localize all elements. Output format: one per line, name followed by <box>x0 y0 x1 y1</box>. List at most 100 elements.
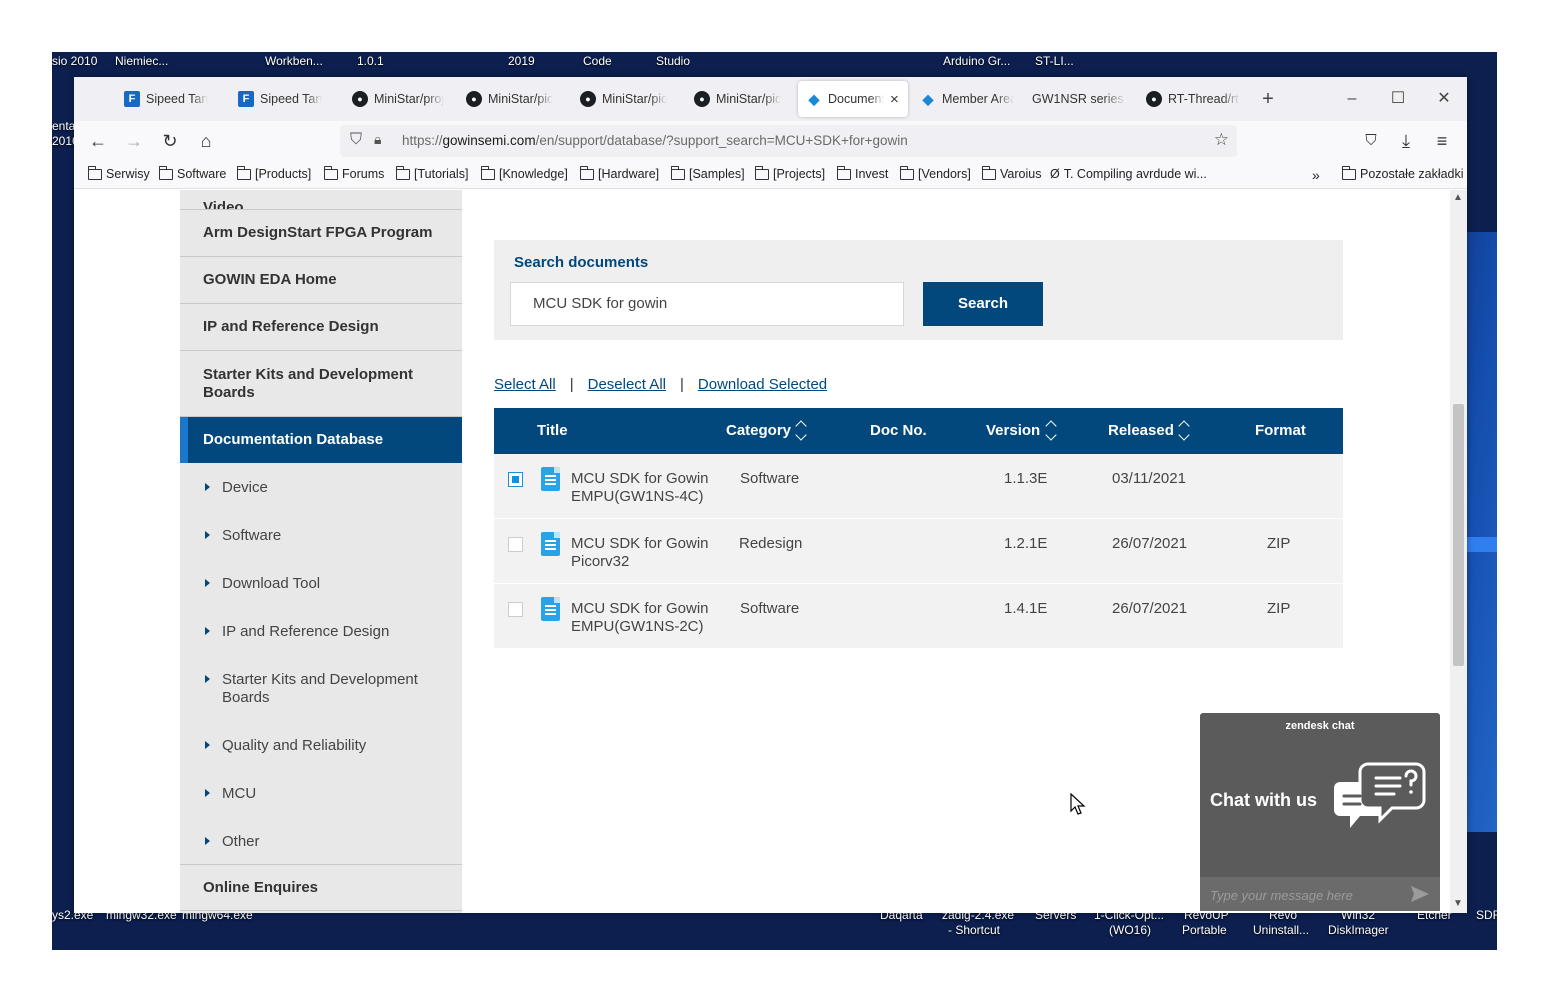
bookmark-folder[interactable]: [Products] <box>237 165 311 181</box>
other-bookmarks-folder[interactable]: Pozostałe zakładki <box>1342 165 1464 181</box>
column-header-category[interactable]: Category <box>726 422 791 439</box>
column-header-released[interactable]: Released <box>1108 422 1174 439</box>
address-bar[interactable]: ⛉ 🔒︎ https://gowinsemi.com/en/support/da… <box>340 125 1237 157</box>
sidebar-subitem-quality-reliability[interactable]: Quality and Reliability <box>180 737 462 755</box>
download-icon[interactable]: ⤓ <box>1394 129 1418 153</box>
browser-tab-active[interactable]: ◆ Document × <box>798 81 908 117</box>
sidebar-item-documentation-database[interactable]: Documentation Database <box>180 417 462 463</box>
bookmark-folder[interactable]: [Samples] <box>671 165 745 181</box>
bookmark-folder[interactable]: Serwisy <box>88 165 150 181</box>
bookmark-folder[interactable]: Forums <box>324 165 384 181</box>
menu-icon[interactable]: ≡ <box>1430 129 1454 153</box>
bookmark-folder[interactable]: Invest <box>837 165 888 181</box>
desktop-icon-label[interactable]: sio 2010 <box>52 54 97 69</box>
sidebar-subitem-mcu[interactable]: MCU <box>180 785 462 803</box>
send-icon[interactable] <box>1410 885 1430 903</box>
page-scrollbar[interactable]: ▲ ▼ <box>1450 190 1467 913</box>
document-title-link[interactable]: MCU SDK for Gowin Picorv32 <box>571 535 721 571</box>
desktop-icon-label[interactable]: Uninstall... <box>1253 923 1309 938</box>
bookmark-folder[interactable]: [Hardware] <box>580 165 659 181</box>
row-checkbox[interactable] <box>508 472 523 487</box>
chat-widget[interactable]: zendesk chat Chat with us Type your mess… <box>1200 713 1440 911</box>
more-bookmarks-icon[interactable]: » <box>1312 167 1320 183</box>
download-selected-link[interactable]: Download Selected <box>698 376 827 393</box>
forward-icon[interactable]: → <box>122 129 146 153</box>
row-checkbox[interactable] <box>508 537 523 552</box>
bookmark-folder[interactable]: [Knowledge] <box>481 165 568 181</box>
chat-input[interactable]: Type your message here <box>1200 877 1440 911</box>
browser-tab[interactable]: ◆ Member Area <box>912 81 1022 117</box>
sort-arrows-icon[interactable] <box>795 419 807 443</box>
bookmark-folder[interactable]: Varoius <box>982 165 1041 181</box>
back-icon[interactable]: ← <box>86 129 110 153</box>
bookmark-folder[interactable]: [Vendors] <box>900 165 971 181</box>
minimize-icon[interactable]: – <box>1340 87 1364 111</box>
sidebar-subitem-other[interactable]: Other <box>180 833 462 851</box>
document-title-link[interactable]: MCU SDK for Gowin EMPU(GW1NS-2C) <box>571 600 721 636</box>
sidebar-subitem-download-tool[interactable]: Download Tool <box>180 575 462 593</box>
sidebar-item-online-enquires[interactable]: Online Enquires <box>180 864 462 911</box>
bookmark-folder[interactable]: [Tutorials] <box>396 165 468 181</box>
chat-cta[interactable]: Chat with us <box>1210 790 1317 811</box>
desktop-icon-label[interactable]: ST-LI... <box>1035 54 1074 69</box>
browser-tab[interactable]: ● RT-Thread/rt- <box>1138 81 1248 117</box>
scroll-down-icon[interactable]: ▼ <box>1453 898 1463 909</box>
document-icon[interactable] <box>541 532 560 556</box>
sort-arrows-icon[interactable] <box>1045 419 1057 443</box>
home-icon[interactable]: ⌂ <box>194 129 218 153</box>
sidebar-subitem-device[interactable]: Device <box>180 479 462 497</box>
column-header-title[interactable]: Title <box>537 422 568 439</box>
close-window-icon[interactable]: ✕ <box>1432 87 1456 111</box>
deselect-all-link[interactable]: Deselect All <box>588 376 666 393</box>
desktop-icon-label[interactable]: Arduino Gr... <box>943 54 1010 69</box>
close-tab-icon[interactable]: × <box>890 91 899 108</box>
sidebar-item-ip-reference-design[interactable]: IP and Reference Design <box>180 304 462 351</box>
desktop-icon-label[interactable]: (WO16) <box>1109 923 1151 938</box>
desktop-icon-label[interactable]: Code <box>583 54 612 69</box>
browser-tab[interactable]: ● MiniStar/pic <box>458 81 568 117</box>
browser-tab[interactable]: ● MiniStar/proj <box>344 81 454 117</box>
select-all-link[interactable]: Select All <box>494 376 556 393</box>
desktop-icon-label[interactable]: Workben... <box>265 54 323 69</box>
document-icon[interactable] <box>541 467 560 491</box>
reload-icon[interactable]: ↻ <box>158 129 182 153</box>
browser-tab[interactable]: F Sipeed Tan <box>116 81 226 117</box>
browser-tab[interactable]: ● MiniStar/pic <box>686 81 796 117</box>
document-icon[interactable] <box>541 597 560 621</box>
sort-arrows-icon[interactable] <box>1178 419 1190 443</box>
desktop-icon-label[interactable]: 1.0.1 <box>357 54 384 69</box>
desktop-icon-label[interactable]: DiskImager <box>1328 923 1389 938</box>
browser-tab[interactable]: GW1NSR series of <box>1024 81 1134 117</box>
sidebar-subitem-ip-reference-design[interactable]: IP and Reference Design <box>180 623 462 641</box>
sidebar-item-starter-kits[interactable]: Starter Kits and Development Boards <box>180 351 462 417</box>
browser-tab[interactable]: ● MiniStar/pic <box>572 81 682 117</box>
search-button[interactable]: Search <box>923 282 1043 326</box>
bookmark-folder[interactable]: [Projects] <box>755 165 825 181</box>
new-tab-icon[interactable]: + <box>1256 87 1280 111</box>
row-checkbox[interactable] <box>508 602 523 617</box>
lock-icon[interactable]: 🔒︎ <box>374 131 381 148</box>
desktop-icon-label[interactable]: - Shortcut <box>948 923 1000 938</box>
desktop-icon-label[interactable]: Niemiec... <box>115 54 168 69</box>
desktop-icon-label[interactable]: SDF <box>1476 908 1497 923</box>
column-header-doc-no[interactable]: Doc No. <box>870 422 927 439</box>
bookmark-folder[interactable]: Software <box>159 165 226 181</box>
bookmark-link[interactable]: Ø T. Compiling avrdude wi... <box>1050 167 1207 181</box>
pocket-icon[interactable]: ⛉ <box>1359 129 1383 153</box>
column-header-version[interactable]: Version <box>986 422 1040 439</box>
browser-tab[interactable]: F Sipeed Tan <box>230 81 340 117</box>
document-title-link[interactable]: MCU SDK for Gowin EMPU(GW1NS-4C) <box>571 470 721 506</box>
sidebar-subitem-starter-kits[interactable]: Starter Kits and Development Boards <box>180 671 462 707</box>
sidebar-subitem-software[interactable]: Software <box>180 527 462 545</box>
scroll-up-icon[interactable]: ▲ <box>1453 192 1463 203</box>
sidebar-item-arm-designstart[interactable]: Arm DesignStart FPGA Program <box>180 210 462 257</box>
desktop-icon-label[interactable]: Studio <box>656 54 690 69</box>
desktop-icon-label[interactable]: enta <box>52 119 75 134</box>
search-input[interactable]: MCU SDK for gowin <box>510 282 904 326</box>
maximize-icon[interactable]: ☐ <box>1386 87 1410 111</box>
desktop-icon-label[interactable]: 2019 <box>508 54 535 69</box>
scrollbar-thumb[interactable] <box>1453 404 1464 666</box>
format-cell[interactable]: ZIP <box>1267 535 1290 552</box>
sidebar-item-video[interactable]: Video <box>180 190 462 210</box>
format-cell[interactable]: ZIP <box>1267 600 1290 617</box>
